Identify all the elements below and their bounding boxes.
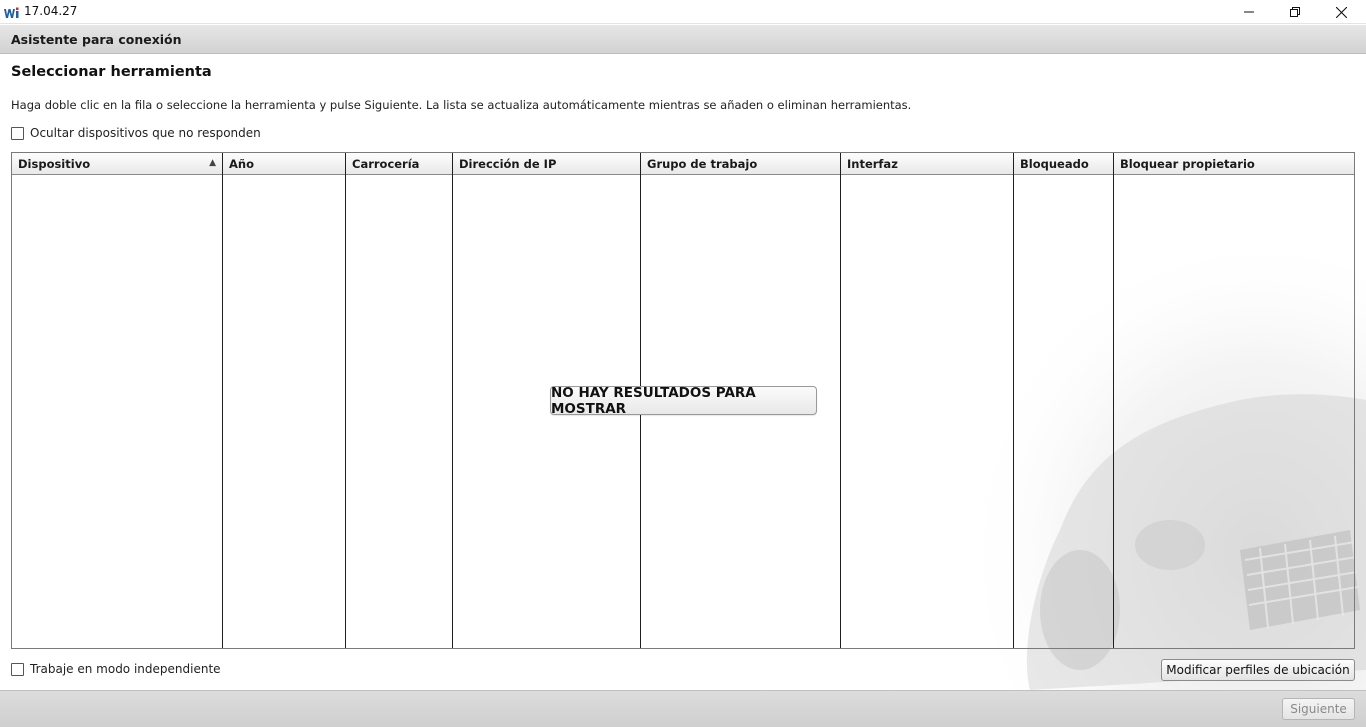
minimize-icon bbox=[1244, 11, 1254, 13]
checkbox-box[interactable] bbox=[11, 126, 24, 140]
column-label: Grupo de trabajo bbox=[647, 157, 758, 171]
column-label: Bloquear propietario bbox=[1120, 157, 1255, 171]
column-header-ip-address[interactable]: Dirección de IP bbox=[453, 153, 641, 175]
section-title: Seleccionar herramienta bbox=[11, 64, 212, 80]
close-icon bbox=[1335, 6, 1347, 18]
column-label: Dispositivo bbox=[18, 157, 91, 171]
window-title: 17.04.27 bbox=[24, 4, 78, 18]
column-divider bbox=[222, 175, 223, 648]
column-divider bbox=[452, 175, 453, 648]
column-header-year[interactable]: Año bbox=[223, 153, 346, 175]
sort-ascending-icon: ▲ bbox=[209, 158, 216, 168]
wi-logo-icon bbox=[4, 7, 19, 18]
standalone-mode-label: Trabaje en modo independiente bbox=[30, 662, 221, 676]
wizard-header: Asistente para conexión bbox=[0, 25, 1366, 54]
next-button[interactable]: Siguiente bbox=[1282, 698, 1355, 720]
column-label: Carrocería bbox=[352, 157, 420, 171]
checkbox-box[interactable] bbox=[11, 662, 24, 676]
wizard-footer bbox=[0, 690, 1366, 727]
column-divider bbox=[1013, 175, 1014, 648]
table-header: Dispositivo ▲ Año Carrocería Dirección d… bbox=[12, 153, 1354, 175]
column-header-lock-owner[interactable]: Bloquear propietario bbox=[1114, 153, 1354, 175]
column-divider bbox=[1113, 175, 1114, 648]
column-label: Año bbox=[229, 157, 254, 171]
column-label: Interfaz bbox=[847, 157, 898, 171]
column-label: Dirección de IP bbox=[459, 157, 557, 171]
column-divider bbox=[840, 175, 841, 648]
hide-unresponsive-label: Ocultar dispositivos que no responden bbox=[30, 126, 261, 140]
window-titlebar: 17.04.27 bbox=[0, 0, 1366, 24]
restore-icon bbox=[1290, 7, 1300, 17]
minimize-button[interactable] bbox=[1226, 0, 1272, 24]
column-header-interface[interactable]: Interfaz bbox=[841, 153, 1014, 175]
column-header-body[interactable]: Carrocería bbox=[346, 153, 453, 175]
modify-location-profiles-button[interactable]: Modificar perfiles de ubicación bbox=[1161, 659, 1355, 681]
column-header-device[interactable]: Dispositivo ▲ bbox=[12, 153, 223, 175]
column-header-locked[interactable]: Bloqueado bbox=[1014, 153, 1114, 175]
empty-results-message: NO HAY RESULTADOS PARA MOSTRAR bbox=[550, 385, 817, 417]
column-divider bbox=[345, 175, 346, 648]
wizard-title: Asistente para conexión bbox=[11, 32, 182, 47]
instructions-text: Haga doble clic en la fila o seleccione … bbox=[11, 98, 912, 112]
hide-unresponsive-checkbox[interactable]: Ocultar dispositivos que no responden bbox=[11, 126, 261, 140]
column-label: Bloqueado bbox=[1020, 157, 1089, 171]
standalone-mode-checkbox[interactable]: Trabaje en modo independiente bbox=[11, 662, 221, 676]
column-header-workgroup[interactable]: Grupo de trabajo bbox=[641, 153, 841, 175]
restore-button[interactable] bbox=[1272, 0, 1318, 24]
close-button[interactable] bbox=[1318, 0, 1364, 24]
